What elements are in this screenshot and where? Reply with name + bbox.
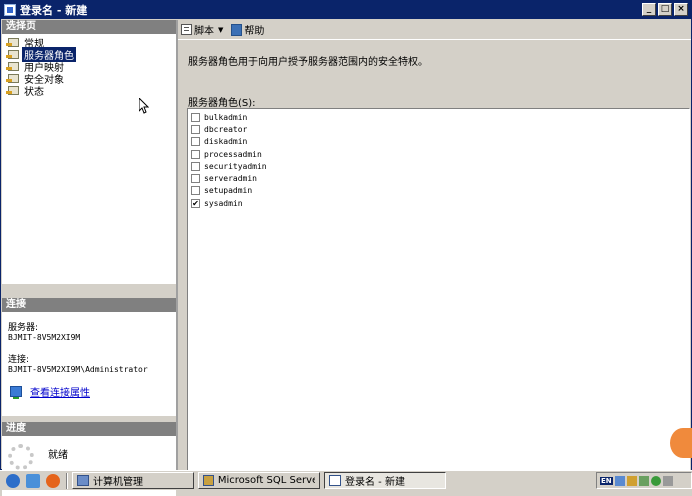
connection-properties-icon — [10, 386, 22, 399]
role-checkbox[interactable] — [191, 112, 200, 122]
help-icon — [231, 23, 243, 36]
role-checkbox[interactable]: ✔ — [191, 198, 200, 208]
page-item-label: 状态 — [24, 86, 44, 98]
page-icon — [6, 37, 19, 47]
role-name: diskadmin — [204, 137, 248, 147]
role-name: securityadmin — [204, 161, 267, 171]
role-item-setupadmin[interactable]: setupadmin — [188, 185, 689, 197]
connection-link-text[interactable]: 查看连接属性 — [30, 384, 90, 399]
security-icon[interactable] — [626, 475, 637, 486]
update-icon[interactable] — [650, 475, 661, 486]
volume-icon[interactable] — [662, 475, 673, 486]
toolbar: 脚本 ▼ 帮助 — [178, 20, 691, 40]
role-checkbox[interactable] — [191, 149, 200, 159]
task-computer-management[interactable]: 计算机管理 — [72, 472, 194, 489]
role-item-diskadmin[interactable]: diskadmin — [188, 136, 689, 148]
computer-icon — [77, 475, 89, 486]
role-name: processadmin — [204, 149, 262, 159]
pages-header: 选择页 — [2, 20, 176, 34]
mouse-pointer-icon — [139, 98, 149, 114]
page-icon — [6, 73, 19, 83]
ie-icon[interactable] — [6, 473, 20, 488]
login-new-window: 登录名 - 新建 _ □ × 选择页 常规 服务器角色 用户映射 安全对象 状态… — [0, 0, 692, 496]
task-label: 计算机管理 — [93, 477, 143, 488]
system-tray: EN — [596, 472, 692, 489]
role-item-bulkadmin[interactable]: bulkadmin — [188, 111, 689, 123]
role-checkbox[interactable] — [191, 186, 200, 196]
task-sql-server[interactable]: Microsoft SQL Serve... — [198, 472, 320, 489]
service-icon[interactable] — [638, 475, 649, 486]
help-label: 帮助 — [244, 26, 265, 37]
title-buttons: _ □ × — [642, 3, 688, 16]
role-item-serveradmin[interactable]: serveradmin — [188, 172, 689, 184]
help-button[interactable]: 帮助 — [231, 22, 264, 37]
role-checkbox[interactable] — [191, 161, 200, 171]
taskbar-separator — [66, 472, 68, 489]
connection-label: 连接: — [8, 355, 30, 365]
script-button[interactable]: 脚本 ▼ — [181, 22, 223, 37]
title-bar[interactable]: 登录名 - 新建 _ □ × — [1, 1, 691, 19]
left-panel: 选择页 常规 服务器角色 用户映射 安全对象 状态 连接 服务器: BJMIT-… — [2, 20, 176, 496]
server-label: 服务器: — [8, 323, 39, 333]
maximize-button[interactable]: □ — [658, 3, 672, 16]
view-connection-properties-link[interactable]: 查看连接属性 — [8, 384, 170, 399]
task-login-new[interactable]: 登录名 - 新建 — [324, 472, 446, 489]
role-name: sysadmin — [204, 198, 243, 208]
server-value: BJMIT-8V5M2XI9M — [8, 333, 81, 342]
floating-tool-icon[interactable] — [670, 428, 692, 458]
role-name: dbcreator — [204, 124, 248, 134]
role-checkbox[interactable] — [191, 174, 200, 184]
role-item-processadmin[interactable]: processadmin — [188, 148, 689, 160]
connection-header: 连接 — [2, 298, 176, 312]
role-name: serveradmin — [204, 174, 257, 184]
show-desktop-icon[interactable] — [26, 473, 40, 488]
page-list: 常规 服务器角色 用户映射 安全对象 状态 — [2, 34, 176, 284]
window-title: 登录名 - 新建 — [20, 4, 88, 17]
task-label: Microsoft SQL Serve... — [217, 475, 315, 486]
language-indicator[interactable]: EN — [600, 476, 613, 485]
network-icon[interactable] — [614, 475, 625, 486]
chevron-down-icon[interactable]: ▼ — [218, 26, 223, 34]
progress-header: 进度 — [2, 422, 176, 436]
taskbar: 计算机管理 Microsoft SQL Serve... 登录名 - 新建 EN — [0, 470, 692, 490]
script-icon — [181, 24, 192, 35]
window-task-icon — [329, 475, 341, 486]
page-icon — [6, 85, 19, 95]
progress-spinner-icon — [8, 444, 34, 470]
page-item-status[interactable]: 状态 — [2, 84, 176, 98]
close-button[interactable]: × — [674, 3, 688, 16]
role-name: setupadmin — [204, 186, 253, 196]
server-roles-label: 服务器角色(S): — [188, 98, 256, 109]
task-label: 登录名 - 新建 — [345, 477, 405, 488]
page-icon — [6, 61, 19, 71]
role-item-sysadmin[interactable]: ✔ sysadmin — [188, 197, 689, 209]
script-label: 脚本 — [194, 26, 214, 37]
role-item-dbcreator[interactable]: dbcreator — [188, 123, 689, 135]
role-item-securityadmin[interactable]: securityadmin — [188, 160, 689, 172]
roles-description: 服务器角色用于向用户授予服务器范围内的安全特权。 — [188, 57, 428, 68]
right-panel: 脚本 ▼ 帮助 服务器角色用于向用户授予服务器范围内的安全特权。 服务器角色(S… — [178, 20, 691, 472]
server-roles-list[interactable]: bulkadmin dbcreator diskadmin processadm… — [187, 108, 690, 472]
connection-value: BJMIT-8V5M2XI9M\Administrator — [8, 365, 148, 374]
role-checkbox[interactable] — [191, 124, 200, 134]
firefox-icon[interactable] — [46, 473, 60, 488]
page-icon — [6, 49, 19, 59]
window-app-icon — [4, 4, 16, 16]
connection-box: 服务器: BJMIT-8V5M2XI9M 连接: BJMIT-8V5M2XI9M… — [2, 312, 176, 416]
role-checkbox[interactable] — [191, 137, 200, 147]
role-name: bulkadmin — [204, 112, 248, 122]
minimize-button[interactable]: _ — [642, 3, 656, 16]
sql-server-icon — [203, 475, 214, 486]
